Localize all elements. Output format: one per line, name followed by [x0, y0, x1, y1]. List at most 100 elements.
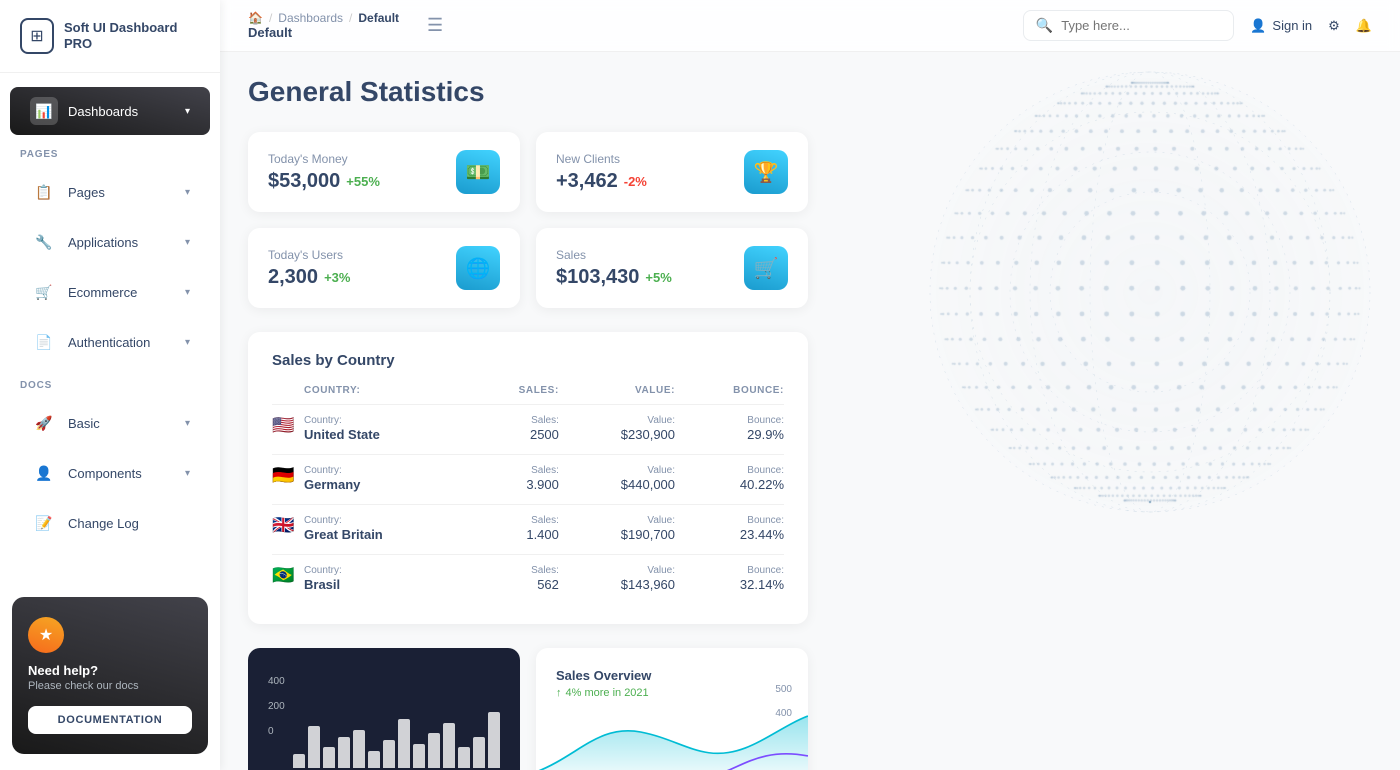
- ecommerce-icon: 🛒: [30, 278, 58, 306]
- settings-icon: ⚙: [1328, 18, 1340, 34]
- main-area: 🏠 / Dashboards / Default Default ☰ 🔍 👤 S…: [220, 0, 1400, 770]
- basic-icon: 🚀: [30, 409, 58, 437]
- breadcrumb-dashboards: Dashboards: [278, 11, 343, 25]
- table-row: 🇧🇷 Country: Brasil Sales: 562 Value: $14…: [272, 555, 784, 605]
- sales-overview-title: Sales Overview: [556, 668, 788, 683]
- sales-change: +5%: [645, 270, 671, 285]
- dashboards-icon: 📊: [30, 97, 58, 125]
- stats-grid: Today's Money $53,000 +55% 💵 New Clients…: [248, 132, 808, 308]
- help-box: ★ Need help? Please check our docs DOCUM…: [12, 597, 208, 754]
- sidebar-item-changelog[interactable]: 📝 Change Log: [10, 499, 210, 547]
- applications-icon: 🔧: [30, 228, 58, 256]
- documentation-button[interactable]: DOCUMENTATION: [28, 706, 192, 734]
- sign-in-label: Sign in: [1272, 18, 1312, 33]
- users-icon: 🌐: [456, 246, 500, 290]
- top-header: 🏠 / Dashboards / Default Default ☰ 🔍 👤 S…: [220, 0, 1400, 52]
- app-name: Soft UI Dashboard PRO: [64, 20, 200, 51]
- logo-icon: ⊞: [20, 18, 54, 54]
- breadcrumb-sep1: /: [269, 11, 272, 25]
- breadcrumb-default: Default: [358, 11, 399, 25]
- y-label-200: 200: [268, 701, 285, 712]
- money-label: Today's Money: [268, 152, 380, 166]
- sidebar-item-components[interactable]: 👤 Components ▾: [10, 449, 210, 497]
- money-icon: 💵: [456, 150, 500, 194]
- components-arrow: ▾: [185, 468, 190, 479]
- sales-icon: 🛒: [744, 246, 788, 290]
- sidebar-label-basic: Basic: [68, 416, 100, 431]
- money-value: $53,000 +55%: [268, 170, 380, 193]
- sidebar-label-dashboards: Dashboards: [68, 104, 138, 119]
- menu-toggle-button[interactable]: ☰: [427, 15, 443, 36]
- changelog-icon: 📝: [30, 509, 58, 537]
- breadcrumb-nav: 🏠 / Dashboards / Default: [248, 11, 399, 25]
- money-change: +55%: [346, 174, 380, 189]
- stat-card-sales: Sales $103,430 +5% 🛒: [536, 228, 808, 308]
- clients-icon: 🏆: [744, 150, 788, 194]
- sales-by-country-card: Sales by Country Country: Sales: Value: …: [248, 332, 808, 624]
- table-row: 🇬🇧 Country: Great Britain Sales: 1.400 V…: [272, 505, 784, 555]
- clients-value: +3,462 -2%: [556, 170, 647, 193]
- users-change: +3%: [324, 270, 350, 285]
- sidebar-item-applications[interactable]: 🔧 Applications ▾: [10, 218, 210, 266]
- sidebar: ⊞ Soft UI Dashboard PRO 📊 Dashboards ▾ P…: [0, 0, 220, 770]
- table-row: 🇺🇸 Country: United State Sales: 2500 Val…: [272, 405, 784, 455]
- sidebar-label-changelog: Change Log: [68, 516, 139, 531]
- pages-icon: 📋: [30, 178, 58, 206]
- sidebar-label-components: Components: [68, 466, 142, 481]
- breadcrumb: 🏠 / Dashboards / Default Default: [248, 11, 399, 40]
- users-label: Today's Users: [268, 248, 350, 262]
- breadcrumb-sep2: /: [349, 11, 352, 25]
- bottom-charts: 400 200 0: [248, 648, 808, 770]
- clients-label: New Clients: [556, 152, 647, 166]
- help-star-icon: ★: [28, 617, 64, 653]
- col-sales: Sales:: [473, 385, 559, 405]
- sidebar-item-ecommerce[interactable]: 🛒 Ecommerce ▾: [10, 268, 210, 316]
- col-country: Country:: [304, 385, 473, 405]
- auth-arrow: ▾: [185, 337, 190, 348]
- table-row: 🇩🇪 Country: Germany Sales: 3.900 Value: …: [272, 455, 784, 505]
- sidebar-item-authentication[interactable]: 📄 Authentication ▾: [10, 318, 210, 366]
- search-input[interactable]: [1061, 18, 1221, 33]
- header-actions: 👤 Sign in ⚙ 🔔: [1250, 18, 1372, 34]
- applications-arrow: ▾: [185, 237, 190, 248]
- line-chart-card: Sales Overview ↑ 4% more in 2021: [536, 648, 808, 770]
- clients-change: -2%: [624, 174, 647, 189]
- bell-icon: 🔔: [1356, 18, 1372, 34]
- sales-value: $103,430 +5%: [556, 266, 672, 289]
- users-value: 2,300 +3%: [268, 266, 350, 289]
- col-value: Value:: [559, 385, 675, 405]
- y-label-0: 0: [268, 726, 285, 737]
- sidebar-item-dashboards[interactable]: 📊 Dashboards ▾: [10, 87, 210, 135]
- notification-button[interactable]: 🔔: [1356, 18, 1372, 34]
- user-icon: 👤: [1250, 18, 1266, 34]
- page-heading: General Statistics: [248, 76, 1372, 108]
- sidebar-label-auth: Authentication: [68, 335, 150, 350]
- dashboards-arrow: ▾: [185, 106, 190, 117]
- sidebar-nav: 📊 Dashboards ▾ PAGES 📋 Pages ▾ 🔧 Applica…: [0, 73, 220, 581]
- sign-in-button[interactable]: 👤 Sign in: [1250, 18, 1312, 34]
- components-icon: 👤: [30, 459, 58, 487]
- main-content: General Statistics Today's Money $53,000…: [220, 52, 1400, 770]
- country-table: Country: Sales: Value: Bounce: 🇺🇸 Countr…: [272, 385, 784, 604]
- sidebar-label-pages: Pages: [68, 185, 105, 200]
- arrow-up-icon: ↑: [556, 687, 562, 699]
- sales-by-country-title: Sales by Country: [272, 352, 784, 369]
- auth-icon: 📄: [30, 328, 58, 356]
- settings-button[interactable]: ⚙: [1328, 18, 1340, 34]
- help-title: Need help?: [28, 663, 192, 678]
- stat-card-users: Today's Users 2,300 +3% 🌐: [248, 228, 520, 308]
- sidebar-item-pages[interactable]: 📋 Pages ▾: [10, 168, 210, 216]
- globe-decoration: [800, 52, 1400, 552]
- page-title: Default: [248, 25, 399, 40]
- sidebar-item-basic[interactable]: 🚀 Basic ▾: [10, 399, 210, 447]
- pages-section-label: PAGES: [0, 137, 220, 166]
- help-subtitle: Please check our docs: [28, 680, 192, 692]
- y-label-400: 400: [775, 708, 792, 719]
- y-label-500: 500: [775, 684, 792, 695]
- search-box: 🔍: [1023, 10, 1234, 41]
- stat-card-money: Today's Money $53,000 +55% 💵: [248, 132, 520, 212]
- basic-arrow: ▾: [185, 418, 190, 429]
- sidebar-logo: ⊞ Soft UI Dashboard PRO: [0, 0, 220, 73]
- docs-section-label: DOCS: [0, 368, 220, 397]
- ecommerce-arrow: ▾: [185, 287, 190, 298]
